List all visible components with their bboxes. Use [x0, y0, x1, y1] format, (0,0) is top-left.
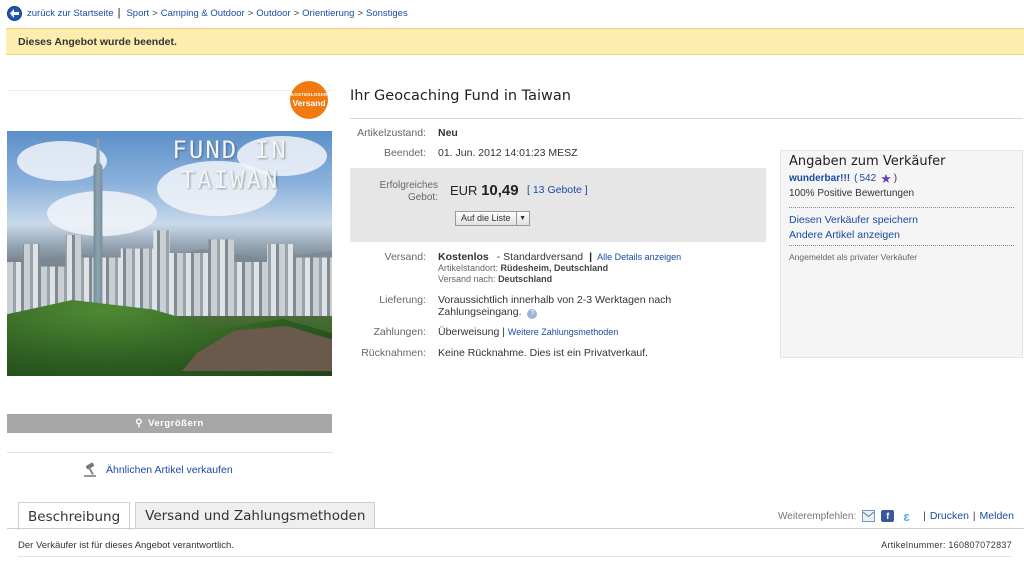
shipping-cost: Kostenlos	[438, 251, 489, 263]
watchlist-button[interactable]: Auf die Liste ▼	[455, 211, 530, 226]
save-seller-link[interactable]: Diesen Verkäufer speichern	[789, 214, 1014, 226]
dotted-divider	[789, 245, 1014, 246]
photo-caption: FUND IN TAIWAN	[172, 136, 288, 194]
breadcrumb-item-camping-outdoor[interactable]: Camping & Outdoor	[161, 8, 245, 19]
tab-description[interactable]: Beschreibung	[18, 502, 131, 530]
more-payment-methods-link[interactable]: Weitere Zahlungsmethoden	[508, 327, 618, 337]
ships-to: Deutschland	[498, 274, 553, 284]
payment-row: Zahlungen: Überweisung | Weitere Zahlung…	[373, 326, 619, 338]
bid-count: [ 13 Gebote ]	[527, 184, 588, 196]
bottom-divider	[18, 556, 1012, 557]
breadcrumb: zurück zur Startseite | Sport > Camping & …	[7, 5, 408, 21]
item-image-panel: FUND IN TAIWAN KOSTENLOSER Versand ⚲ Ver…	[7, 81, 332, 433]
ended-row: Beendet: 01. Jun. 2012 14:01:23 MESZ	[383, 147, 578, 159]
enlarge-button[interactable]: ⚲ Vergrößern	[7, 414, 332, 433]
share-label: Weiterempfehlen:	[778, 510, 857, 522]
delivery-line1: Voraussichtlich innerhalb von 2-3 Werkta…	[438, 294, 672, 306]
item-number: Artikelnummer: 160807072837	[881, 540, 1012, 550]
info-icon[interactable]: ?	[527, 309, 538, 319]
report-link[interactable]: Melden	[980, 510, 1014, 522]
feedback-count-link[interactable]: 542	[859, 173, 876, 184]
private-seller-note: Angemeldet als privater Verkäufer	[789, 252, 918, 262]
other-items-link[interactable]: Andere Artikel anzeigen	[789, 229, 1014, 241]
breadcrumb-item-orientierung[interactable]: Orientierung	[302, 8, 354, 19]
tab-shipping-payment[interactable]: Versand und Zahlungsmethoden	[135, 502, 376, 529]
breadcrumb-item-outdoor[interactable]: Outdoor	[256, 8, 290, 19]
sell-similar: Ähnlichen Artikel verkaufen	[83, 462, 233, 478]
twitter-icon[interactable]: ɛ	[900, 509, 913, 524]
bids-link[interactable]: 13 Gebote	[533, 184, 582, 196]
shipping-method: - Standardversand	[496, 251, 584, 263]
seller-heading: Angaben zum Verkäufer	[789, 154, 946, 169]
title-divider	[350, 118, 1023, 119]
item-photo[interactable]: FUND IN TAIWAN	[7, 131, 332, 376]
divider	[7, 452, 333, 453]
back-to-home-link[interactable]: zurück zur Startseite	[27, 8, 114, 19]
print-link[interactable]: Drucken	[930, 510, 969, 522]
listing-ended-banner: Dieses Angebot wurde beendet.	[6, 28, 1024, 55]
detail-tabs: Beschreibung Versand und Zahlungsmethode…	[18, 502, 380, 530]
breadcrumb-item-sonstiges[interactable]: Sonstiges	[366, 8, 408, 19]
shipping-details-link[interactable]: Alle Details anzeigen	[597, 252, 681, 262]
returns-row: Rücknahmen: Keine Rücknahme. Dies ist ei…	[361, 347, 649, 359]
free-shipping-badge: KOSTENLOSER Versand	[290, 81, 328, 119]
positive-feedback: 100% Positive Bewertungen	[789, 188, 915, 199]
delivery-line2: Zahlungseingang.	[438, 306, 522, 318]
condition-row: Artikelzustand: Neu	[357, 127, 458, 139]
seller-name-link[interactable]: wunderbar!!!	[789, 173, 850, 184]
dotted-divider	[789, 207, 1014, 208]
bid-box: Erfolgreiches Gebot: EUR 10,49 [ 13 Gebo…	[350, 168, 766, 242]
watchlist-label: Auf die Liste	[456, 212, 517, 225]
share-bar: Weiterempfehlen: f ɛ | Drucken | Melden	[778, 508, 1014, 524]
back-arrow-icon[interactable]	[7, 5, 22, 21]
breadcrumb-separator: |	[117, 7, 121, 19]
payment-method: Überweisung	[438, 326, 500, 338]
tab-divider	[7, 528, 1024, 529]
magnifier-icon: ⚲	[135, 418, 144, 429]
shipping-row: Versand: Kostenlos - Standardversand | A…	[384, 251, 682, 284]
breadcrumb-item-sport[interactable]: Sport	[126, 8, 149, 19]
delivery-row: Lieferung: Voraussichtlich innerhalb von…	[379, 294, 672, 319]
item-title: Ihr Geocaching Fund in Taiwan	[350, 88, 571, 104]
returns-value: Keine Rücknahme. Dies ist ein Privatverk…	[438, 347, 649, 359]
condition-value: Neu	[438, 127, 458, 139]
category-path: Sport > Camping & Outdoor > Outdoor > Orientie…	[126, 7, 408, 19]
sell-similar-link[interactable]: Ähnlichen Artikel verkaufen	[106, 464, 233, 476]
ended-value: 01. Jun. 2012 14:01:23 MESZ	[438, 147, 578, 159]
final-price: EUR 10,49	[450, 182, 519, 199]
email-icon[interactable]	[862, 510, 876, 522]
dropdown-arrow-icon[interactable]: ▼	[517, 212, 529, 225]
banner-text: Dieses Angebot wurde beendet.	[18, 35, 177, 48]
feedback-star-icon: ★	[880, 170, 892, 186]
item-location: Rüdesheim, Deutschland	[500, 263, 609, 273]
enlarge-label: Vergrößern	[148, 418, 204, 429]
seller-info-box: Angaben zum Verkäufer wunderbar!!! ( 542…	[780, 150, 1023, 358]
gavel-icon	[84, 462, 96, 477]
facebook-icon[interactable]: f	[881, 510, 895, 522]
seller-responsible-note: Der Verkäufer ist für dieses Angebot ver…	[18, 540, 234, 551]
winning-bid-label: Erfolgreiches Gebot:	[379, 180, 438, 203]
